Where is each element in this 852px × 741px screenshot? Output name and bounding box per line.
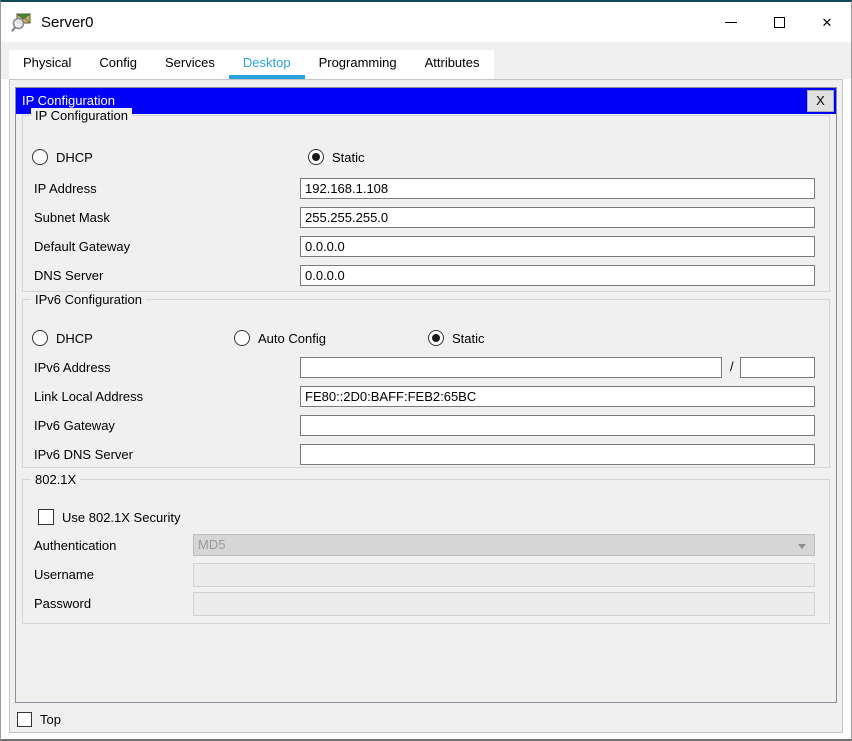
ip-configuration-group: IP Configuration DHCP Static IP Address … xyxy=(22,108,830,292)
ipv6-static-radio-label: Static xyxy=(452,330,485,346)
minimize-icon xyxy=(725,21,737,23)
authentication-select[interactable]: MD5 xyxy=(193,534,815,556)
dns-server-label: DNS Server xyxy=(34,268,104,283)
ip-configuration-dialog: IP Configuration X IP Configuration DHCP… xyxy=(15,87,837,703)
dns-server-input[interactable] xyxy=(300,265,815,286)
close-button[interactable]: ✕ xyxy=(803,2,851,42)
tab-bar: Physical Config Services Desktop Program… xyxy=(1,42,851,79)
radio-icon xyxy=(32,330,48,346)
ipv4-static-radio[interactable]: Static xyxy=(308,149,365,165)
maximize-icon xyxy=(773,16,785,28)
ipv6-prefix-input[interactable] xyxy=(740,357,815,378)
radio-selected-icon xyxy=(308,149,324,165)
radio-selected-icon xyxy=(428,330,444,346)
radio-icon xyxy=(234,330,250,346)
ipv6-autoconfig-radio[interactable]: Auto Config xyxy=(234,330,326,346)
window-controls: ✕ xyxy=(707,2,851,42)
radio-icon xyxy=(32,149,48,165)
close-icon: ✕ xyxy=(821,14,833,30)
username-input[interactable] xyxy=(193,563,815,587)
dialog-titlebar[interactable]: IP Configuration X xyxy=(16,88,836,114)
link-local-address-input[interactable] xyxy=(300,386,815,407)
authentication-value: MD5 xyxy=(198,537,226,552)
ipv4-static-radio-label: Static xyxy=(332,149,365,165)
ipv6-dns-server-input[interactable] xyxy=(300,444,815,465)
ipv6-configuration-legend: IPv6 Configuration xyxy=(31,292,146,307)
packet-tracer-device-icon xyxy=(11,11,33,33)
dialog-title: IP Configuration xyxy=(22,93,115,108)
ipv6-prefix-separator: / xyxy=(730,359,734,374)
server-window: Server0 ✕ Physical Config Services Deskt… xyxy=(0,0,852,741)
ipv6-static-radio[interactable]: Static xyxy=(428,330,485,346)
chevron-down-icon xyxy=(798,544,806,549)
use-dot1x-security-checkbox[interactable]: Use 802.1X Security xyxy=(38,509,181,525)
tab-attributes[interactable]: Attributes xyxy=(410,50,494,79)
top-checkbox[interactable] xyxy=(17,712,32,727)
tab-services[interactable]: Services xyxy=(151,50,229,79)
dot1x-group: 802.1X Use 802.1X Security Authenticatio… xyxy=(22,472,830,624)
ipv6-gateway-input[interactable] xyxy=(300,415,815,436)
subnet-mask-input[interactable] xyxy=(300,207,815,228)
ipv6-dhcp-radio-label: DHCP xyxy=(56,330,93,346)
dialog-close-button[interactable]: X xyxy=(807,90,834,112)
ipv6-address-label: IPv6 Address xyxy=(34,360,111,375)
ip-configuration-legend: IP Configuration xyxy=(31,108,132,123)
ipv6-dns-server-label: IPv6 DNS Server xyxy=(34,447,133,462)
minimize-button[interactable] xyxy=(707,2,755,42)
use-dot1x-security-label: Use 802.1X Security xyxy=(62,509,181,525)
ip-address-input[interactable] xyxy=(300,178,815,199)
authentication-label: Authentication xyxy=(34,538,117,553)
desktop-tab-page: IP Configuration X IP Configuration DHCP… xyxy=(9,79,843,733)
password-input[interactable] xyxy=(193,592,815,616)
tab-config[interactable]: Config xyxy=(85,50,151,79)
window-title: Server0 xyxy=(41,13,94,31)
link-local-address-label: Link Local Address xyxy=(34,389,144,404)
ipv6-dhcp-radio[interactable]: DHCP xyxy=(32,330,93,346)
default-gateway-input[interactable] xyxy=(300,236,815,257)
subnet-mask-label: Subnet Mask xyxy=(34,210,110,225)
ipv6-gateway-label: IPv6 Gateway xyxy=(34,418,115,433)
top-checkbox-label: Top xyxy=(40,712,61,727)
dot1x-legend: 802.1X xyxy=(31,472,81,487)
ipv6-configuration-group: IPv6 Configuration DHCP Auto Config Stat… xyxy=(22,292,830,468)
ip-address-label: IP Address xyxy=(34,181,97,196)
password-label: Password xyxy=(34,596,92,611)
checkbox-icon xyxy=(38,509,54,525)
top-checkbox-row[interactable]: Top xyxy=(17,712,61,727)
tab-programming[interactable]: Programming xyxy=(304,50,411,79)
default-gateway-label: Default Gateway xyxy=(34,239,131,254)
ipv4-dhcp-radio-label: DHCP xyxy=(56,149,93,165)
tab-physical[interactable]: Physical xyxy=(9,50,86,79)
username-label: Username xyxy=(34,567,94,582)
ipv4-dhcp-radio[interactable]: DHCP xyxy=(32,149,93,165)
maximize-button[interactable] xyxy=(755,2,803,42)
ipv6-address-input[interactable] xyxy=(300,357,722,378)
tab-desktop[interactable]: Desktop xyxy=(228,50,305,79)
window-titlebar[interactable]: Server0 ✕ xyxy=(1,2,851,42)
ipv6-autoconfig-radio-label: Auto Config xyxy=(258,330,326,346)
